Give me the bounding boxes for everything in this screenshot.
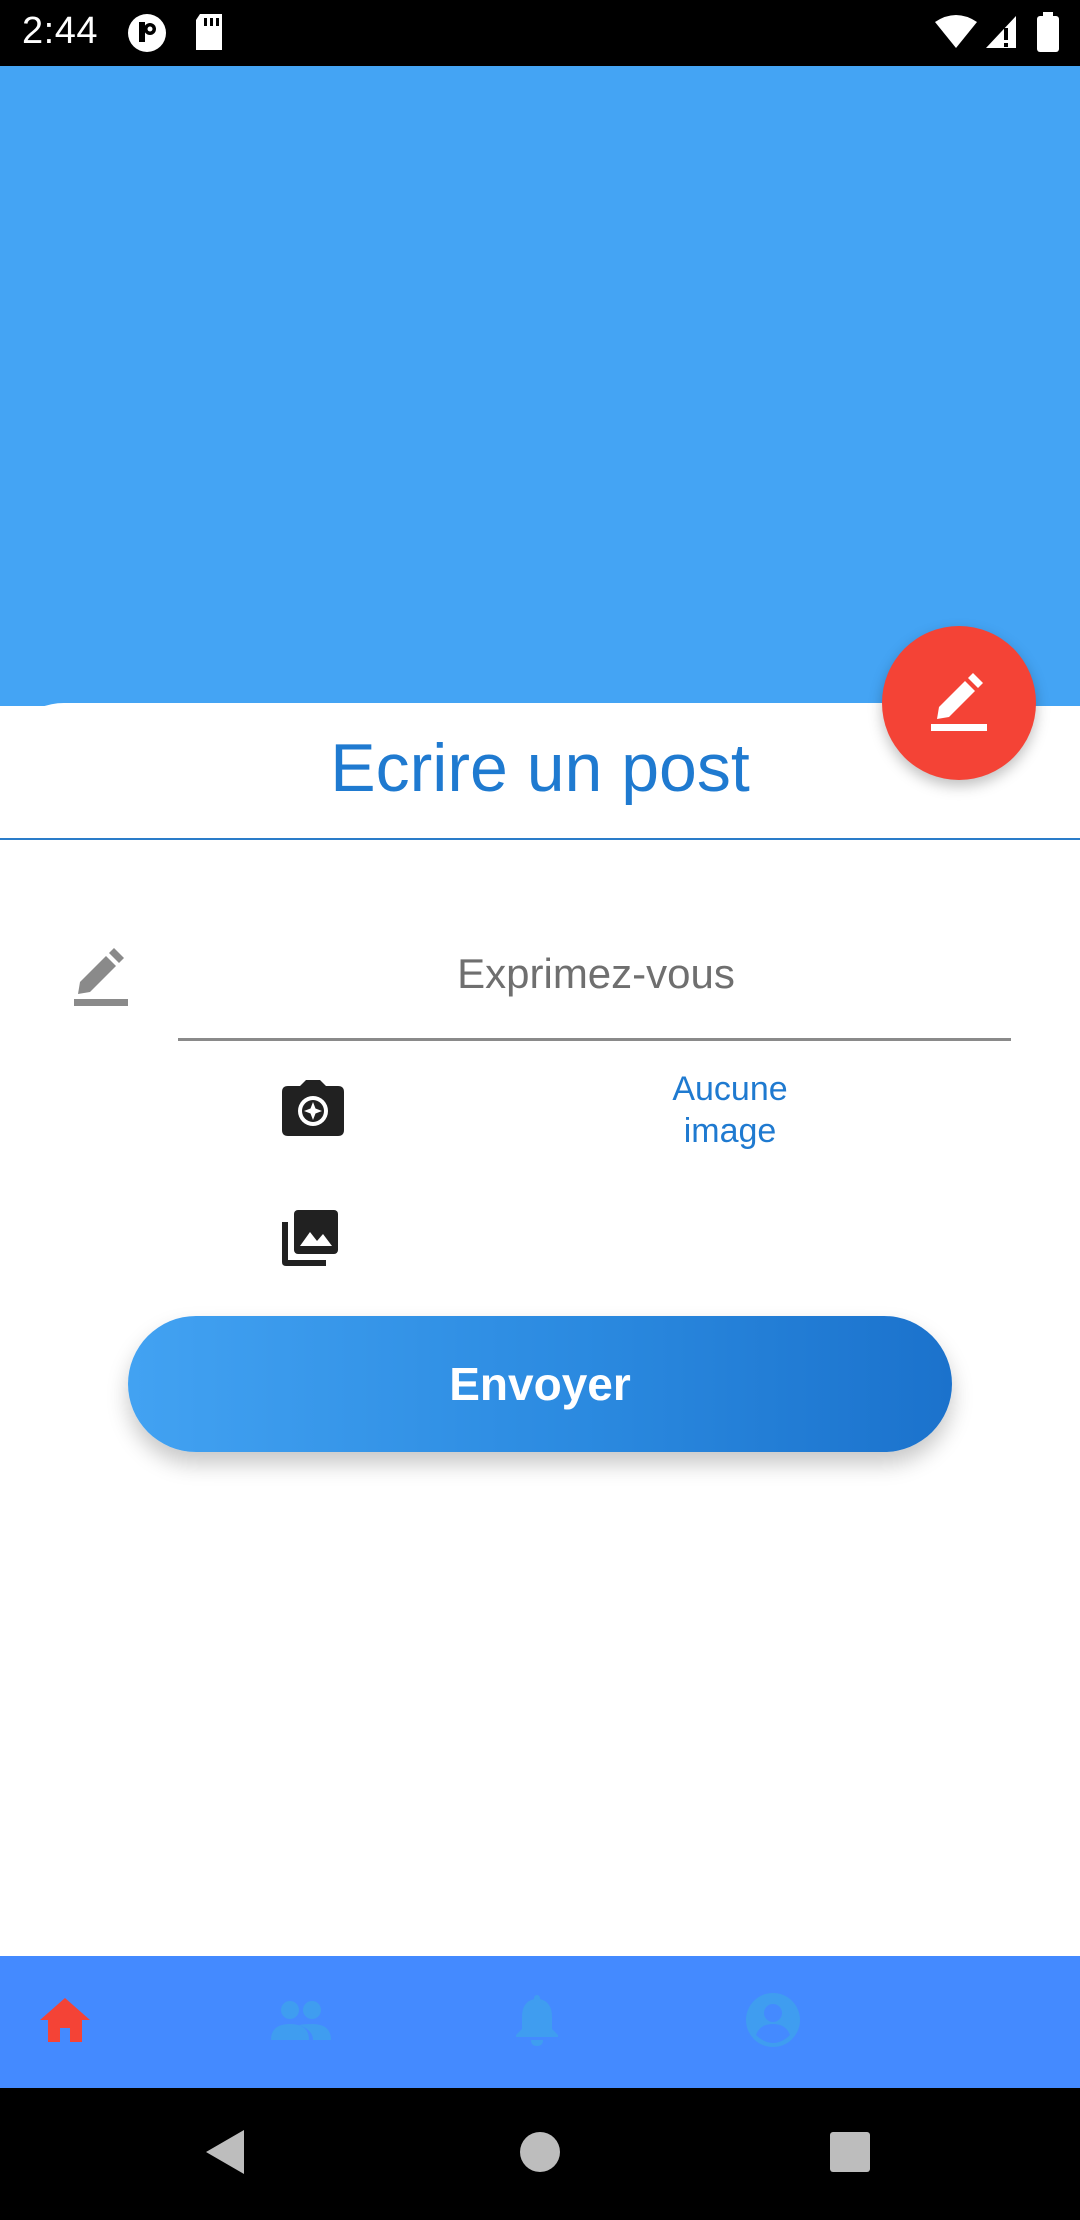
- bottom-nav: [0, 1956, 1080, 2088]
- wifi-icon: [934, 14, 978, 55]
- status-time: 2:44: [22, 10, 98, 52]
- status-bar: 2:44: [0, 0, 1080, 66]
- input-underline: [178, 1038, 1011, 1041]
- edit-icon: [929, 669, 989, 738]
- edit-fab-button[interactable]: [882, 626, 1036, 780]
- privacy-dot-icon: [126, 12, 168, 59]
- recents-button[interactable]: [790, 2088, 910, 2220]
- back-button[interactable]: [166, 2088, 286, 2220]
- camera-icon[interactable]: [280, 1080, 346, 1143]
- signal-icon: [984, 14, 1018, 55]
- no-image-label: Aucune image: [672, 1070, 788, 1150]
- nav-item-home[interactable]: [0, 1956, 130, 2088]
- header-area: [0, 66, 1080, 706]
- send-button[interactable]: Envoyer: [128, 1316, 952, 1452]
- screen: 2:44 Ecrire un post Exprimez-vous Aucune…: [0, 0, 1080, 2220]
- nav-item-friends[interactable]: [236, 1956, 366, 2088]
- battery-icon: [1036, 12, 1060, 57]
- people-icon: [269, 1998, 333, 2047]
- back-triangle-icon: [204, 2128, 248, 2181]
- home-button[interactable]: [480, 2088, 600, 2220]
- recents-square-icon: [829, 2131, 871, 2178]
- post-text-input[interactable]: [178, 940, 1014, 1008]
- nav-item-profile[interactable]: [708, 1956, 838, 2088]
- bell-icon: [514, 1993, 560, 2052]
- edit-icon: [70, 942, 132, 1013]
- nav-item-notifications[interactable]: [472, 1956, 602, 2088]
- account-icon: [744, 1991, 802, 2054]
- sd-card-icon: [192, 12, 226, 57]
- home-icon: [38, 1996, 92, 2049]
- title-divider: [0, 838, 1080, 840]
- photo-library-icon[interactable]: [280, 1208, 340, 1273]
- system-nav-bar: [0, 2088, 1080, 2220]
- home-circle-icon: [519, 2131, 561, 2178]
